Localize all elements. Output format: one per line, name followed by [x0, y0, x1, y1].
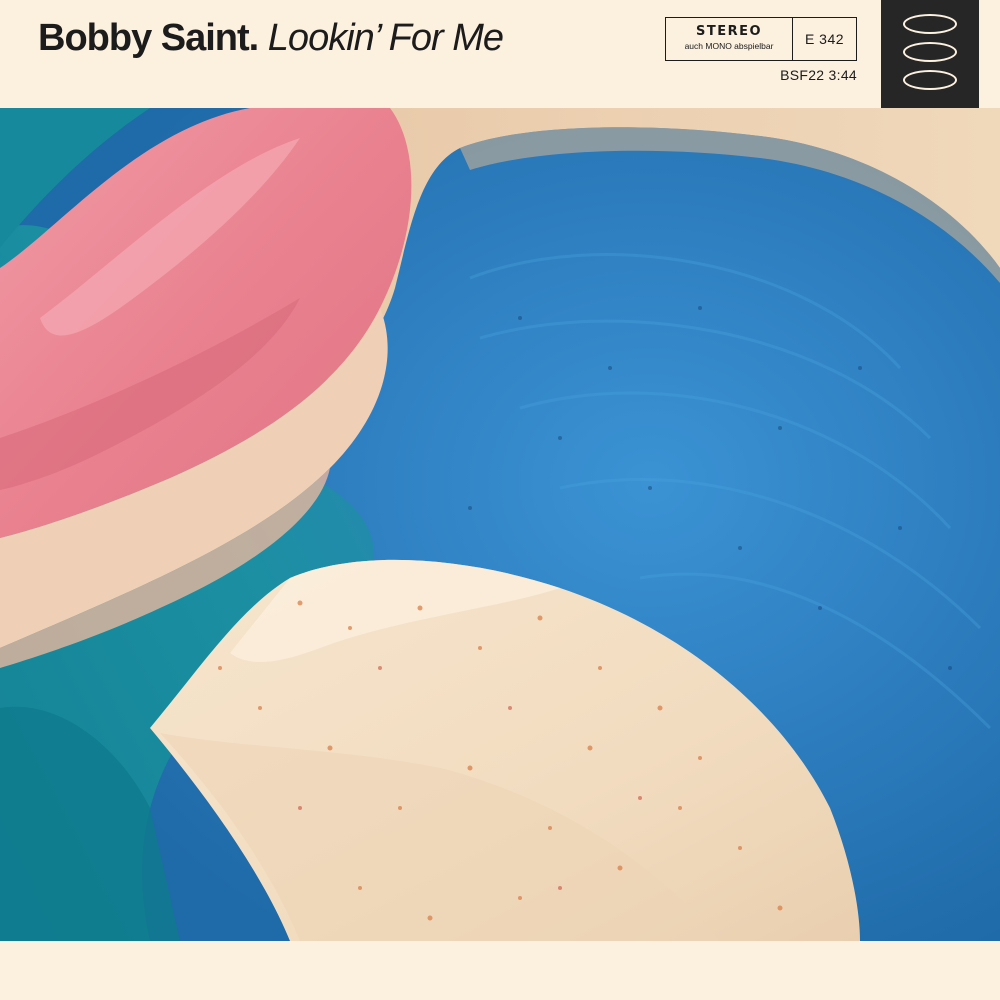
logo-ring-icon [903, 70, 957, 90]
stereo-word: STEREO [695, 24, 763, 39]
code-and-duration: BSF22 3:44 [780, 67, 857, 83]
ice-cream-swirl-artwork [0, 108, 1000, 941]
logo-ring-icon [903, 42, 957, 62]
stereo-label-box: STEREO auch MONO abspielbar E 342 [665, 17, 857, 61]
artist-name: Bobby Saint. [38, 17, 259, 59]
cover-title: Bobby Saint. Lookin’ For Me [38, 14, 504, 62]
label-logo-panel [881, 0, 979, 108]
catalog-number: E 342 [804, 31, 845, 47]
album-cover: Bobby Saint. Lookin’ For Me STEREO auch … [0, 0, 1000, 1000]
mono-compatible-note: auch MONO abspielbar [684, 41, 774, 51]
header-band: Bobby Saint. Lookin’ For Me STEREO auch … [0, 0, 1000, 108]
song-title: Lookin’ For Me [267, 17, 504, 59]
stereo-label: STEREO auch MONO abspielbar [666, 18, 793, 60]
logo-ring-icon [903, 14, 957, 34]
